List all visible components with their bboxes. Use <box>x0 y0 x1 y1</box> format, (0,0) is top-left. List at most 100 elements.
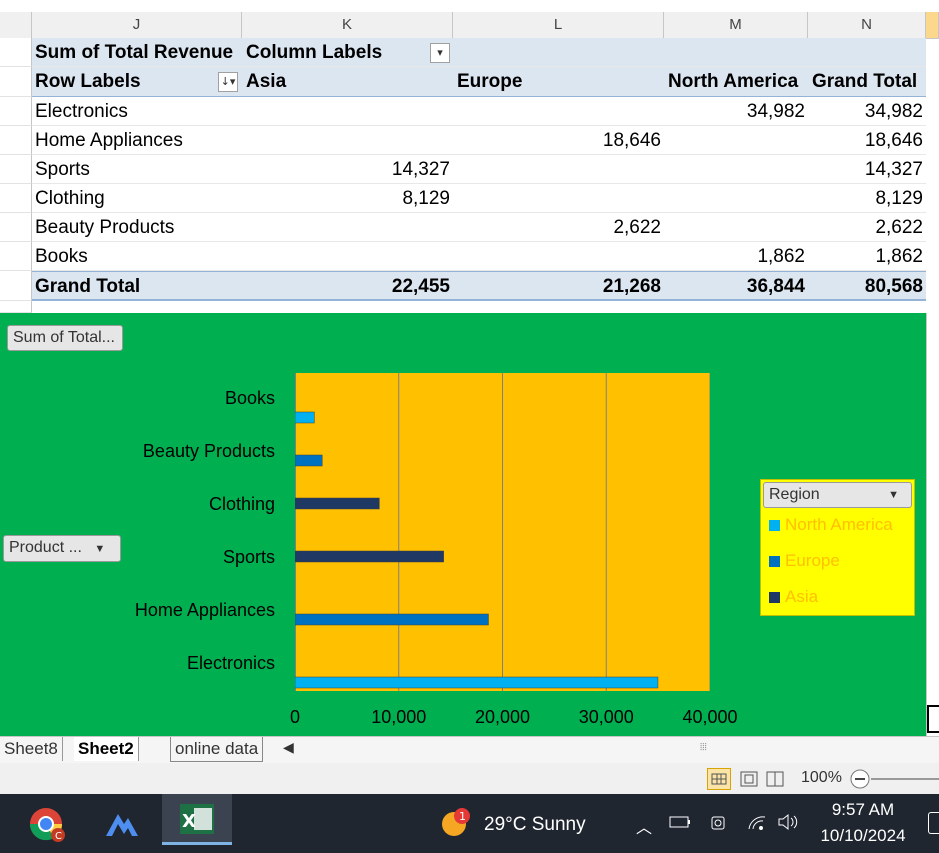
row-label[interactable]: Electronics <box>35 97 128 126</box>
cell-europe[interactable] <box>453 155 661 184</box>
cell-north-america[interactable] <box>664 184 805 213</box>
column-header-m[interactable]: M <box>664 12 808 38</box>
cell-europe[interactable] <box>453 242 661 271</box>
legend-field-button[interactable]: Region ▼ <box>763 482 912 508</box>
column-header-l[interactable]: L <box>453 12 664 38</box>
cell-asia[interactable]: 14,327 <box>242 155 450 184</box>
cell-europe[interactable] <box>453 184 661 213</box>
region-header-europe[interactable]: Europe <box>457 67 522 96</box>
cell-north-america[interactable] <box>664 155 805 184</box>
chrome-icon[interactable]: C <box>20 802 72 846</box>
region-header-asia[interactable]: Asia <box>246 67 286 96</box>
legend-item-asia[interactable]: Asia <box>769 587 818 607</box>
bar-electronics-north-america[interactable] <box>294 676 659 689</box>
row-gutter[interactable] <box>0 301 32 313</box>
cell-asia[interactable] <box>242 97 450 126</box>
row-label[interactable]: Books <box>35 242 88 271</box>
clock-time[interactable]: 9:57 AM <box>808 800 918 820</box>
tab-sheet2[interactable]: Sheet2 <box>74 737 139 761</box>
plot-area[interactable] <box>294 373 711 691</box>
chevron-up-icon[interactable]: ︿ <box>636 814 652 838</box>
row-gutter[interactable] <box>0 38 32 67</box>
grand-total-value[interactable]: 80,568 <box>808 272 923 301</box>
page-layout-view-icon[interactable] <box>739 769 759 789</box>
tab-sheet8[interactable]: Sheet8 <box>0 737 63 761</box>
pivot-value-field-label[interactable]: Sum of Total Revenue <box>35 38 233 67</box>
row-gutter[interactable] <box>0 126 32 155</box>
bar-clothing-asia[interactable] <box>294 497 380 510</box>
cell-europe[interactable]: 18,646 <box>453 126 661 155</box>
clock-date[interactable]: 10/10/2024 <box>808 826 918 846</box>
region-header-north-america[interactable]: North America <box>668 67 798 96</box>
row-gutter[interactable] <box>0 155 32 184</box>
cell-total[interactable]: 34,982 <box>808 97 923 126</box>
bar-home-appliances-europe[interactable] <box>294 613 489 626</box>
volume-icon[interactable] <box>777 813 801 835</box>
cell-europe[interactable] <box>453 97 661 126</box>
legend-item-north-america[interactable]: North America <box>769 515 893 535</box>
cell-north-america[interactable]: 34,982 <box>664 97 805 126</box>
page-break-icon <box>766 771 784 787</box>
column-header-k[interactable]: K <box>242 12 453 38</box>
grand-north-america[interactable]: 36,844 <box>664 272 805 301</box>
zoom-out-button[interactable] <box>849 768 871 790</box>
page-break-view-icon[interactable] <box>765 769 785 789</box>
normal-view-icon[interactable] <box>707 768 731 790</box>
column-header-n[interactable]: N <box>808 12 926 38</box>
vpn-app-icon[interactable] <box>96 802 148 846</box>
splitter-handle-icon[interactable]: ⦙⦙⦙ <box>700 742 707 753</box>
column-header-o[interactable] <box>926 12 939 38</box>
tab-scroll-left-icon[interactable]: ◀ <box>283 740 294 756</box>
cell-total[interactable]: 8,129 <box>808 184 923 213</box>
tab-online-data[interactable]: online data <box>170 737 264 762</box>
chart-legend[interactable]: Region ▼ North America Europe Asia <box>760 479 915 616</box>
grand-total-header[interactable]: Grand Total <box>812 67 917 96</box>
zoom-slider[interactable] <box>871 778 939 780</box>
weather-text[interactable]: 29°C Sunny <box>484 814 586 836</box>
column-filter-dropdown-icon[interactable]: ▾ <box>430 43 450 63</box>
grand-total-label[interactable]: Grand Total <box>35 272 140 301</box>
pivot-column-labels[interactable]: Column Labels <box>246 38 382 67</box>
cell-north-america[interactable] <box>664 126 805 155</box>
row-gutter[interactable] <box>0 271 32 301</box>
table-row: Clothing 8,129 8,129 <box>32 184 926 213</box>
grand-asia[interactable]: 22,455 <box>242 272 450 301</box>
bar-books-north-america[interactable] <box>294 411 315 424</box>
cell-asia[interactable] <box>242 213 450 242</box>
cell-north-america[interactable] <box>664 213 805 242</box>
cell-total[interactable]: 14,327 <box>808 155 923 184</box>
row-label[interactable]: Beauty Products <box>35 213 174 242</box>
value-field-button[interactable]: Sum of Total... <box>7 325 123 351</box>
excel-taskbar-icon[interactable]: X <box>162 794 232 845</box>
camera-icon[interactable] <box>709 814 729 836</box>
legend-item-europe[interactable]: Europe <box>769 551 840 571</box>
bar-beauty-products-europe[interactable] <box>294 454 323 467</box>
bar-sports-asia[interactable] <box>294 550 444 563</box>
weather-sun-icon[interactable]: 1 <box>440 808 470 838</box>
wifi-icon[interactable] <box>746 813 768 835</box>
row-label[interactable]: Home Appliances <box>35 126 183 155</box>
row-gutter[interactable] <box>0 97 32 126</box>
cell-total[interactable]: 18,646 <box>808 126 923 155</box>
row-gutter[interactable] <box>0 67 32 97</box>
battery-icon[interactable] <box>668 814 692 834</box>
row-gutter[interactable] <box>0 184 32 213</box>
cell-europe[interactable]: 2,622 <box>453 213 661 242</box>
cell-total[interactable]: 2,622 <box>808 213 923 242</box>
zoom-level[interactable]: 100% <box>801 769 842 787</box>
column-header-j[interactable]: J <box>32 12 242 38</box>
row-gutter[interactable] <box>0 213 32 242</box>
select-all-corner[interactable] <box>0 12 32 38</box>
cell-asia[interactable] <box>242 242 450 271</box>
row-label[interactable]: Clothing <box>35 184 105 213</box>
cell-total[interactable]: 1,862 <box>808 242 923 271</box>
row-label[interactable]: Sports <box>35 155 90 184</box>
pivot-row-labels[interactable]: Row Labels <box>35 67 141 96</box>
row-gutter[interactable] <box>0 242 32 271</box>
notification-icon[interactable] <box>928 812 939 834</box>
row-sort-filter-icon[interactable]: ↓▾ <box>218 72 238 92</box>
cell-north-america[interactable]: 1,862 <box>664 242 805 271</box>
grand-europe[interactable]: 21,268 <box>453 272 661 301</box>
cell-asia[interactable]: 8,129 <box>242 184 450 213</box>
cell-asia[interactable] <box>242 126 450 155</box>
